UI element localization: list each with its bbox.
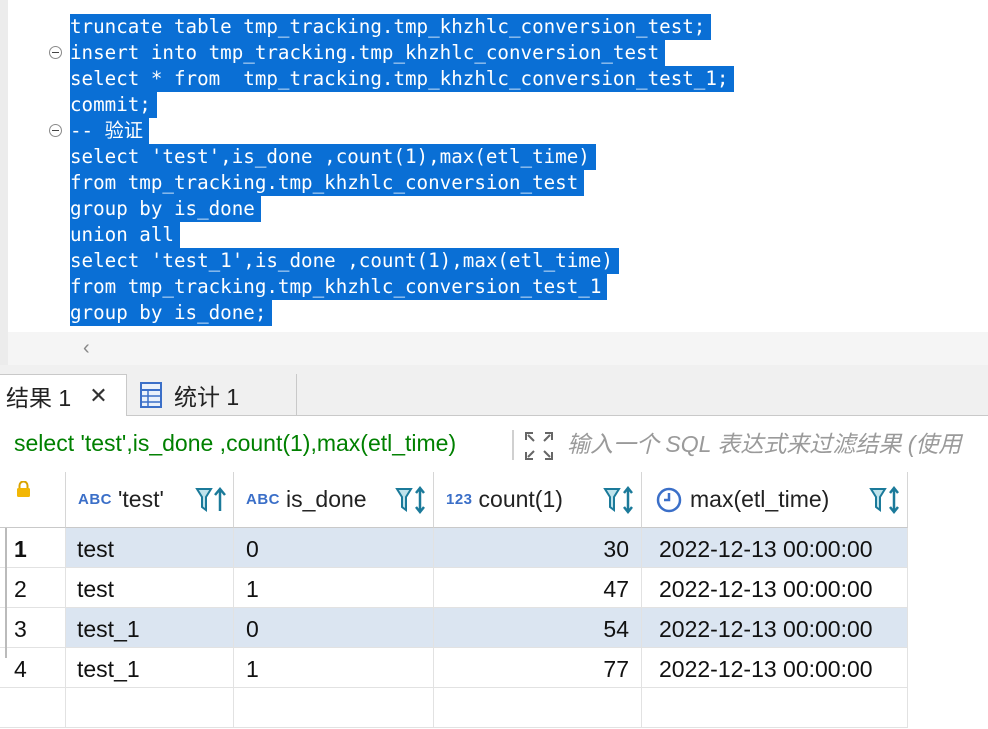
code-line[interactable]: truncate table tmp_tracking.tmp_khzhlc_c… xyxy=(70,14,712,40)
table-cell xyxy=(234,688,434,728)
fold-collapse-icon[interactable] xyxy=(49,124,62,137)
row-number[interactable]: 1 xyxy=(0,528,66,568)
number-type-icon: 123 xyxy=(446,491,473,508)
sql-editor[interactable]: truncate table tmp_tracking.tmp_khzhlc_c… xyxy=(0,0,988,332)
clock-icon xyxy=(656,487,682,512)
table-cell xyxy=(434,688,642,728)
filter-input[interactable] xyxy=(567,428,988,460)
fold-collapse-icon[interactable] xyxy=(49,46,62,59)
table-cell[interactable]: 2022-12-13 00:00:00 xyxy=(642,648,908,688)
table-cell[interactable]: 2022-12-13 00:00:00 xyxy=(642,528,908,568)
selection-marker xyxy=(5,528,7,658)
row-number[interactable]: 2 xyxy=(0,568,66,608)
table-row[interactable]: 1 test 0 30 2022-12-13 00:00:00 xyxy=(0,528,908,568)
result-tabs: 结果 1 ✕ 统计 1 xyxy=(0,374,988,416)
table-cell[interactable]: 1 xyxy=(234,568,434,608)
table-cell[interactable]: 0 xyxy=(234,608,434,648)
table-cell[interactable]: 1 xyxy=(234,648,434,688)
row-number xyxy=(0,688,66,728)
table-row[interactable]: 3 test_1 0 54 2022-12-13 00:00:00 xyxy=(0,608,908,648)
filter-sort-icon[interactable] xyxy=(869,486,901,514)
column-header-test[interactable]: ABC 'test' xyxy=(66,472,234,528)
code-line[interactable]: from tmp_tracking.tmp_khzhlc_conversion_… xyxy=(70,274,608,300)
table-row[interactable]: 2 test 1 47 2022-12-13 00:00:00 xyxy=(0,568,908,608)
column-header-is-done[interactable]: ABC is_done xyxy=(234,472,434,528)
code-line[interactable]: group by is_done; xyxy=(70,300,273,326)
horizontal-scrollbar[interactable]: ‹ xyxy=(8,332,988,365)
row-number[interactable]: 4 xyxy=(0,648,66,688)
code-comment-line[interactable]: -- 验证 xyxy=(70,118,150,144)
column-name: is_done xyxy=(286,486,367,512)
editor-left-border xyxy=(0,0,8,365)
table-cell[interactable]: 47 xyxy=(434,568,642,608)
column-name: 'test' xyxy=(118,486,164,512)
tab-label: 结果 1 xyxy=(6,384,72,411)
tab-result-1[interactable]: 结果 1 ✕ xyxy=(0,374,127,416)
code-line[interactable]: select * from tmp_tracking.tmp_khzhlc_co… xyxy=(70,66,735,92)
code-line[interactable]: select 'test_1',is_done ,count(1),max(et… xyxy=(70,248,619,274)
scroll-left-icon[interactable]: ‹ xyxy=(83,337,90,360)
divider xyxy=(512,430,514,460)
table-cell[interactable]: 54 xyxy=(434,608,642,648)
filter-bar: select 'test',is_done ,count(1),max(etl_… xyxy=(0,416,988,472)
statistics-icon xyxy=(140,381,162,408)
code-line[interactable]: from tmp_tracking.tmp_khzhlc_conversion_… xyxy=(70,170,585,196)
table-cell xyxy=(66,688,234,728)
code-line[interactable]: union all xyxy=(70,222,180,248)
text-type-icon: ABC xyxy=(246,491,280,508)
table-cell[interactable]: 2022-12-13 00:00:00 xyxy=(642,568,908,608)
table-cell[interactable]: test xyxy=(66,568,234,608)
row-header-corner[interactable] xyxy=(0,472,66,528)
table-row[interactable]: 4 test_1 1 77 2022-12-13 00:00:00 xyxy=(0,648,908,688)
filter-sort-icon[interactable] xyxy=(195,486,227,514)
tab-statistics-1[interactable]: 统计 1 xyxy=(128,374,297,415)
query-text: select 'test',is_done ,count(1),max(etl_… xyxy=(14,430,457,456)
table-cell[interactable]: 30 xyxy=(434,528,642,568)
expand-icon[interactable] xyxy=(524,431,554,461)
filter-sort-icon[interactable] xyxy=(603,486,635,514)
table-cell xyxy=(642,688,908,728)
code-line[interactable]: commit; xyxy=(70,92,157,118)
column-name: count(1) xyxy=(478,486,563,512)
table-cell[interactable]: 2022-12-13 00:00:00 xyxy=(642,608,908,648)
table-cell[interactable]: 0 xyxy=(234,528,434,568)
close-icon[interactable]: ✕ xyxy=(89,383,107,409)
code-line[interactable]: select 'test',is_done ,count(1),max(etl_… xyxy=(70,144,596,170)
table-cell[interactable]: 77 xyxy=(434,648,642,688)
empty-row xyxy=(0,688,908,728)
row-number[interactable]: 3 xyxy=(0,608,66,648)
text-type-icon: ABC xyxy=(78,491,112,508)
lock-icon xyxy=(17,481,30,497)
column-name: max(etl_time) xyxy=(690,486,830,512)
filter-sort-icon[interactable] xyxy=(395,486,427,514)
code-line[interactable]: group by is_done xyxy=(70,196,261,222)
table-cell[interactable]: test xyxy=(66,528,234,568)
result-grid[interactable]: ABC 'test' ABC is_done 123 count(1) max(… xyxy=(0,472,988,729)
tab-label: 统计 1 xyxy=(174,383,240,410)
code-line[interactable]: insert into tmp_tracking.tmp_khzhlc_conv… xyxy=(70,40,666,66)
table-cell[interactable]: test_1 xyxy=(66,648,234,688)
table-cell[interactable]: test_1 xyxy=(66,608,234,648)
column-header-count[interactable]: 123 count(1) xyxy=(434,472,642,528)
column-header-max-etl-time[interactable]: max(etl_time) xyxy=(642,472,908,528)
